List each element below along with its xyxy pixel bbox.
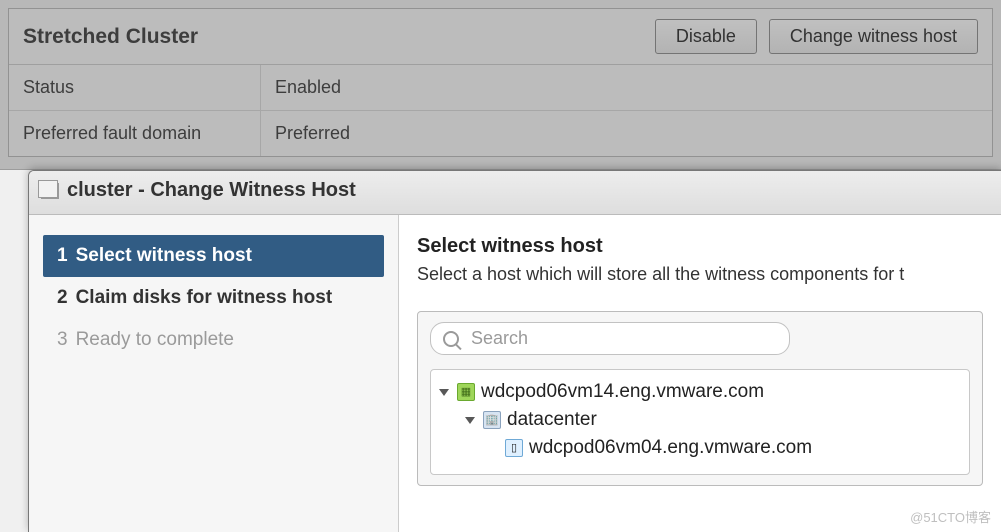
status-row: Status Enabled <box>9 65 992 111</box>
disable-button[interactable]: Disable <box>655 19 757 54</box>
wizard-steps: 1 Select witness host 2 Claim disks for … <box>29 215 399 532</box>
dialog-title-bar: cluster - Change Witness Host <box>29 171 1001 215</box>
status-value: Enabled <box>261 65 992 110</box>
watermark: @51CTO博客 <box>910 507 991 526</box>
stretched-cluster-panel: Stretched Cluster Disable Change witness… <box>8 8 993 157</box>
vcenter-icon: ▦ <box>457 383 475 401</box>
tree-node-host[interactable]: ▯ wdcpod06vm04.eng.vmware.com <box>439 434 961 462</box>
expand-icon[interactable] <box>439 389 449 396</box>
tree-label: wdcpod06vm04.eng.vmware.com <box>529 437 812 459</box>
step-select-witness-host[interactable]: 1 Select witness host <box>43 235 384 277</box>
wizard-content: Select witness host Select a host which … <box>399 215 1001 532</box>
step-label: Ready to complete <box>76 329 234 351</box>
tree-label: wdcpod06vm14.eng.vmware.com <box>481 381 764 403</box>
content-description: Select a host which will store all the w… <box>417 264 983 285</box>
status-label: Status <box>9 65 261 110</box>
step-number: 1 <box>57 245 68 267</box>
host-selection-panel: ▦ wdcpod06vm14.eng.vmware.com 🏢 datacent… <box>417 311 983 486</box>
host-icon: ▯ <box>505 439 523 457</box>
search-box[interactable] <box>430 322 790 355</box>
step-number: 2 <box>57 287 68 309</box>
cluster-icon <box>41 183 59 199</box>
step-number: 3 <box>57 329 68 351</box>
preferred-fault-domain-row: Preferred fault domain Preferred <box>9 111 992 156</box>
tree-label: datacenter <box>507 409 597 431</box>
tree-node-vcenter[interactable]: ▦ wdcpod06vm14.eng.vmware.com <box>439 378 961 406</box>
step-label: Claim disks for witness host <box>76 287 333 309</box>
change-witness-dialog: cluster - Change Witness Host 1 Select w… <box>28 170 1001 532</box>
step-claim-disks[interactable]: 2 Claim disks for witness host <box>43 277 384 319</box>
step-label: Select witness host <box>76 245 252 267</box>
step-ready-to-complete[interactable]: 3 Ready to complete <box>43 319 384 361</box>
pfd-value: Preferred <box>261 111 992 156</box>
dialog-title-text: cluster - Change Witness Host <box>67 179 356 202</box>
content-heading: Select witness host <box>417 235 983 258</box>
search-input[interactable] <box>469 327 777 350</box>
change-witness-button[interactable]: Change witness host <box>769 19 978 54</box>
inventory-tree: ▦ wdcpod06vm14.eng.vmware.com 🏢 datacent… <box>430 369 970 475</box>
panel-title: Stretched Cluster <box>23 25 198 49</box>
search-icon <box>443 331 459 347</box>
datacenter-icon: 🏢 <box>483 411 501 429</box>
pfd-label: Preferred fault domain <box>9 111 261 156</box>
tree-node-datacenter[interactable]: 🏢 datacenter <box>439 406 961 434</box>
expand-icon[interactable] <box>465 417 475 424</box>
